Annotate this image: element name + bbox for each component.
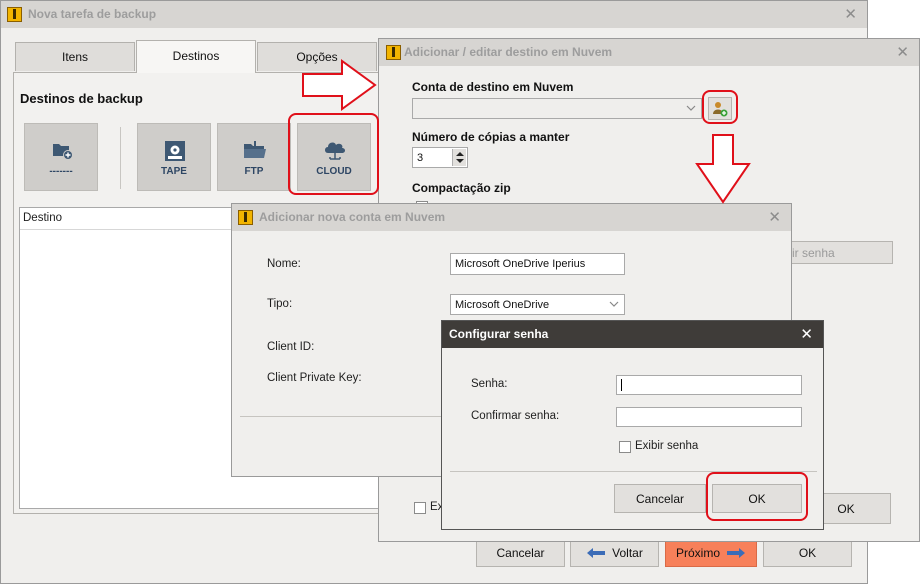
name-input[interactable]: Microsoft OneDrive Iperius — [450, 253, 625, 275]
set-password-label: ir senha — [792, 245, 835, 260]
arrow-right-icon — [727, 548, 745, 558]
show-password-label: Exibir senha — [635, 440, 699, 452]
new-account-title: Adicionar nova conta em Nuvem — [259, 210, 446, 224]
main-window-title: Nova tarefa de backup — [28, 7, 157, 21]
tile-tape-label: TAPE — [161, 166, 187, 177]
client-id-label: Client ID: — [267, 341, 315, 353]
arrow-left-icon — [587, 548, 606, 558]
confirm-password-input[interactable] — [616, 407, 802, 427]
tile-divider — [120, 127, 121, 189]
tile-tape[interactable]: TAPE — [137, 123, 211, 191]
ftp-folder-icon — [244, 141, 266, 158]
close-icon[interactable]: ✕ — [800, 325, 813, 343]
tile-folder-destination[interactable]: ------- — [24, 123, 98, 191]
cloud-dialog-titlebar: Adicionar / editar destino em Nuvem ✕ — [379, 39, 919, 66]
app-logo-icon — [238, 210, 253, 225]
password-cancel-button[interactable]: Cancelar — [614, 484, 706, 513]
bottom-checkbox[interactable] — [414, 502, 426, 514]
main-titlebar: Nova tarefa de backup ✕ — [1, 1, 867, 28]
folder-add-icon — [53, 144, 73, 160]
password-titlebar: Configurar senha ✕ — [442, 321, 823, 348]
chevron-down-icon — [686, 105, 696, 111]
tile-folder-label: ------- — [49, 166, 73, 177]
ok-label: OK — [798, 546, 817, 560]
copies-value: 3 — [417, 152, 424, 164]
show-password-checkbox[interactable] — [619, 441, 631, 453]
password-label: Senha: — [471, 378, 508, 390]
account-label: Conta de destino em Nuvem — [412, 80, 574, 94]
tape-icon — [165, 141, 185, 161]
app-logo-icon — [386, 45, 401, 60]
type-select[interactable]: Microsoft OneDrive — [450, 294, 625, 315]
cloud-ok-label: OK — [837, 501, 855, 516]
ok-button[interactable]: OK — [763, 539, 852, 567]
spin-arrows-icon — [456, 152, 464, 163]
name-label: Nome: — [267, 258, 301, 270]
highlight-cloud-tile — [288, 113, 379, 195]
tile-ftp[interactable]: FTP — [217, 123, 291, 191]
type-value: Microsoft OneDrive — [455, 299, 550, 311]
name-value: Microsoft OneDrive Iperius — [455, 258, 586, 270]
tab-itens[interactable]: Itens — [15, 42, 135, 71]
close-icon[interactable]: ✕ — [896, 43, 909, 61]
arrow-right-annotation — [302, 59, 377, 111]
spin-buttons[interactable] — [452, 149, 466, 166]
password-cancel-label: Cancelar — [635, 491, 685, 506]
tab-destinos-label: Destinos — [172, 49, 220, 63]
highlight-ok-button — [706, 472, 808, 521]
arrow-down-annotation — [695, 134, 751, 204]
copies-spinner[interactable]: 3 — [412, 147, 468, 168]
client-key-label: Client Private Key: — [267, 372, 362, 384]
next-label: Próximo — [675, 546, 720, 560]
column-destino[interactable]: Destino — [23, 212, 62, 224]
new-account-titlebar: Adicionar nova conta em Nuvem ✕ — [232, 204, 791, 231]
set-password-button[interactable]: ir senha — [785, 241, 893, 264]
password-input[interactable] — [616, 375, 802, 395]
cloud-dialog-title: Adicionar / editar destino em Nuvem — [404, 45, 613, 59]
copies-label: Número de cópias a manter — [412, 130, 570, 144]
tile-ftp-label: FTP — [244, 166, 264, 177]
confirm-password-label: Confirmar senha: — [471, 410, 560, 422]
back-label: Voltar — [612, 546, 643, 560]
type-label: Tipo: — [267, 298, 293, 310]
zip-label: Compactação zip — [412, 181, 511, 195]
app-logo-icon — [7, 7, 22, 22]
tab-itens-label: Itens — [61, 50, 88, 64]
text-cursor — [621, 379, 622, 391]
cancel-button[interactable]: Cancelar — [476, 539, 565, 567]
section-title: Destinos de backup — [20, 91, 143, 106]
cancel-label: Cancelar — [496, 546, 545, 560]
chevron-down-icon — [609, 301, 619, 307]
tab-destinos[interactable]: Destinos — [136, 40, 256, 73]
password-dialog-title: Configurar senha — [449, 327, 549, 341]
next-button[interactable]: Próximo — [665, 539, 757, 567]
close-icon[interactable]: ✕ — [844, 5, 857, 23]
account-select[interactable] — [412, 98, 702, 119]
back-button[interactable]: Voltar — [570, 539, 659, 567]
highlight-add-account — [702, 90, 738, 124]
close-icon[interactable]: ✕ — [768, 208, 781, 226]
